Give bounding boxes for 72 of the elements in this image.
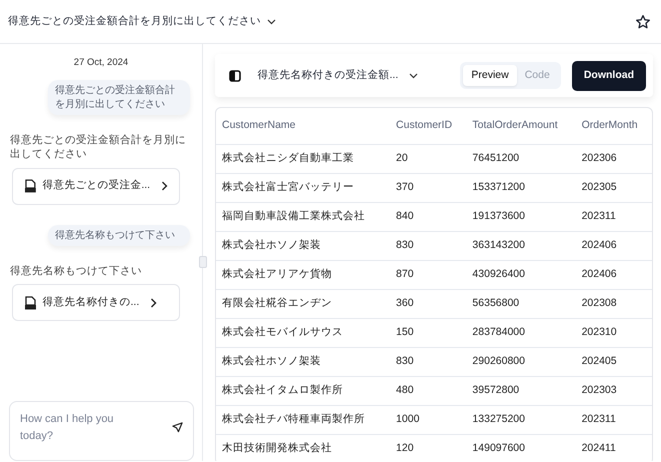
table-cell: 1000	[390, 405, 466, 434]
artifact-title: 得意先名称付きの受注金額...	[258, 68, 398, 83]
table-cell: 株式会社富士宮バッテリー	[216, 173, 390, 202]
table-cell: 202305	[576, 173, 652, 202]
table-cell: 202311	[576, 202, 652, 231]
table-cell: 360	[390, 289, 466, 318]
table-cell: 840	[390, 202, 466, 231]
table-cell: 株式会社イタムロ製作所	[216, 376, 390, 405]
table-cell: 480	[390, 376, 466, 405]
table-cell: 202310	[576, 318, 652, 347]
table-cell: 149097600	[466, 434, 576, 461]
chevron-down-icon[interactable]	[266, 18, 276, 24]
table-cell: 153371200	[466, 173, 576, 202]
column-header: TotalOrderAmount	[466, 108, 576, 144]
table-cell: 56356800	[466, 289, 576, 318]
resize-handle[interactable]	[199, 256, 207, 268]
sql-file-icon	[24, 179, 37, 194]
table-cell: 202311	[576, 405, 652, 434]
table-cell: 202411	[576, 434, 652, 461]
assistant-message: 得意先ごとの受注金額合計を月別に出してください	[9, 133, 187, 162]
table-cell: 76451200	[466, 144, 576, 173]
table-cell: 株式会社ホソノ架装	[216, 347, 390, 376]
table-cell: 株式会社ニシダ自動車工業	[216, 144, 390, 173]
table-cell: 202306	[576, 144, 652, 173]
download-button[interactable]: Download	[572, 60, 646, 90]
table-cell: 830	[390, 347, 466, 376]
send-icon[interactable]	[172, 422, 183, 433]
table-cell: 202405	[576, 347, 652, 376]
chevron-right-icon	[161, 181, 168, 192]
table-cell: 株式会社モバイルサウス	[216, 318, 390, 347]
chat-title: 得意先ごとの受注金額合計を月別に出してください	[8, 14, 261, 29]
table-cell: 870	[390, 260, 466, 289]
chat-input-box[interactable]: How can I help you today?	[9, 401, 194, 461]
table-cell: 202406	[576, 231, 652, 260]
table-cell: 株式会社アリアケ貨物	[216, 260, 390, 289]
artifact-title: 得意先ごとの受注金...	[42, 178, 150, 194]
panel-toggle-icon[interactable]	[229, 70, 241, 82]
table-cell: 202406	[576, 260, 652, 289]
chat-date: 27 Oct, 2024	[72, 56, 130, 70]
user-message: 得意先ごとの受注金額合計を月別に出してください	[48, 80, 190, 116]
assistant-message: 得意先名称もつけて下さい	[9, 264, 143, 278]
table-cell: 290260800	[466, 347, 576, 376]
table-cell: 133275200	[466, 405, 576, 434]
column-header: CustomerID	[390, 108, 466, 144]
table-cell: 39572800	[466, 376, 576, 405]
table-cell: 370	[390, 173, 466, 202]
table-cell: 株式会社ホソノ架装	[216, 231, 390, 260]
table-cell: 283784000	[466, 318, 576, 347]
table-cell: 150	[390, 318, 466, 347]
chevron-right-icon	[150, 298, 158, 308]
artifact-title: 得意先名称付きの...	[42, 294, 140, 310]
table-cell: 363143200	[466, 231, 576, 260]
table-cell: 202303	[576, 376, 652, 405]
user-message: 得意先名称もつけて下さい	[48, 224, 190, 246]
table-cell: 202308	[576, 289, 652, 318]
table-cell: 830	[390, 231, 466, 260]
table-cell: 木田技術開発株式会社	[216, 434, 390, 461]
table-cell: 430926400	[466, 260, 576, 289]
artifact-card[interactable]: 得意先名称付きの...	[12, 284, 180, 322]
table-cell: 120	[390, 434, 466, 461]
artifact-card[interactable]: 得意先ごとの受注金...	[12, 168, 180, 205]
table-cell: 株式会社チバ特種車両製作所	[216, 405, 390, 434]
table-cell: 20	[390, 144, 466, 173]
view-tab[interactable]: Preview	[463, 64, 517, 86]
column-header: OrderMonth	[576, 108, 652, 144]
star-icon[interactable]	[635, 14, 651, 30]
table-cell: 福岡自動車設備工業株式会社	[216, 202, 390, 231]
table-cell: 有限会社糀谷エンヂン	[216, 289, 390, 318]
table-cell: 191373600	[466, 202, 576, 231]
chevron-down-icon[interactable]	[409, 72, 418, 78]
column-header: CustomerName	[216, 108, 390, 144]
sql-file-icon	[24, 296, 37, 310]
